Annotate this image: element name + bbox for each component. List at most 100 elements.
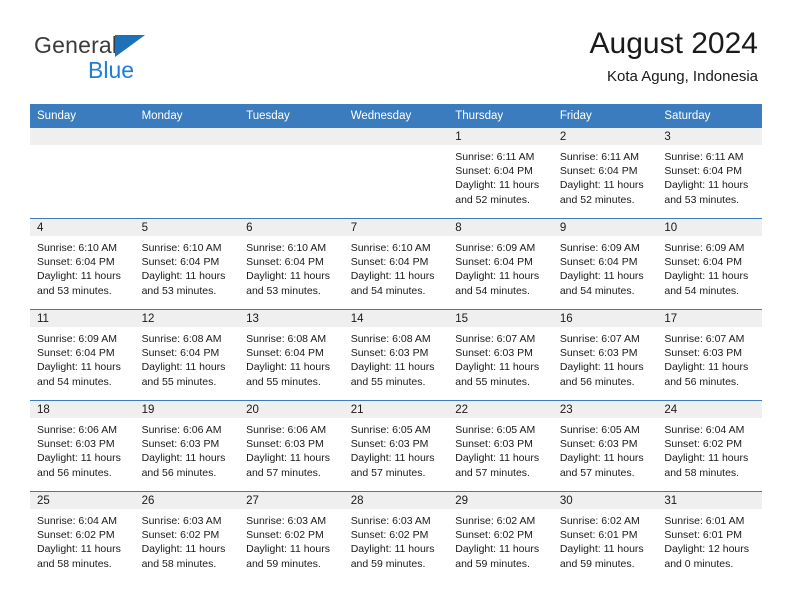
calendar-day-cell[interactable]: 31 Sunrise: 6:01 AM Sunset: 6:01 PM Dayligh… (657, 491, 762, 582)
calendar-day-cell[interactable]: 24 Sunrise: 6:04 AM Sunset: 6:02 PM Dayligh… (657, 400, 762, 492)
calendar-day-cell[interactable]: 2 Sunrise: 6:11 AM Sunset: 6:04 PM Daylight… (552, 128, 658, 219)
sunrise-text: Sunrise: 6:11 AM (455, 151, 535, 163)
sunset-text: Sunset: 6:03 PM (559, 347, 638, 360)
page-header: General Blue August 2024 Kota Agung, Ind… (34, 27, 758, 98)
calendar-day-cell[interactable]: 13 Sunrise: 6:08 AM Sunset: 6:04 PM Dayligh… (239, 309, 344, 401)
day-details: Sunrise: 6:10 AM Sunset: 6:04 PM Daylight:… (30, 236, 135, 298)
day-number: 13 (239, 310, 344, 327)
calendar-day-cell[interactable]: 30 Sunrise: 6:02 AM Sunset: 6:01 PM Dayligh… (552, 491, 658, 582)
sunset-text: Sunset: 6:02 PM (141, 529, 220, 542)
sunset-text: Sunset: 6:04 PM (141, 256, 220, 269)
calendar-day-cell[interactable]: 29 Sunrise: 6:02 AM Sunset: 6:02 PM Dayligh… (448, 491, 553, 582)
calendar-day-cell[interactable]: 23 Sunrise: 6:05 AM Sunset: 6:03 PM Dayligh… (552, 400, 658, 492)
sunset-text: Sunset: 6:01 PM (559, 529, 638, 542)
calendar-day-cell[interactable]: 22 Sunrise: 6:05 AM Sunset: 6:03 PM Dayligh… (448, 400, 553, 492)
sunrise-text: Sunrise: 6:02 AM (455, 515, 536, 527)
day-details: Sunrise: 6:05 AM Sunset: 6:03 PM Daylight:… (344, 418, 449, 480)
daylight-text: Daylight: 11 hours and 55 minutes. (455, 361, 540, 388)
calendar-day-cell[interactable]: 6 Sunrise: 6:10 AM Sunset: 6:04 PM Daylight… (239, 218, 344, 310)
sunset-text: Sunset: 6:03 PM (559, 438, 638, 451)
calendar-day-cell[interactable]: 20 Sunrise: 6:06 AM Sunset: 6:03 PM Dayligh… (239, 400, 344, 492)
title-block: August 2024 Kota Agung, Indonesia (589, 27, 758, 85)
day-number (134, 128, 240, 145)
calendar-day-cell[interactable]: 28 Sunrise: 6:03 AM Sunset: 6:02 PM Dayligh… (343, 491, 449, 582)
sunset-text: Sunset: 6:04 PM (37, 347, 115, 360)
calendar-week-row: 18 Sunrise: 6:06 AM Sunset: 6:03 PM Dayligh… (30, 400, 762, 492)
calendar-day-cell[interactable]: 26 Sunrise: 6:03 AM Sunset: 6:02 PM Dayligh… (134, 491, 240, 582)
weekday-header-sunday: Sunday (30, 104, 135, 128)
day-cell-inner: 2 Sunrise: 6:11 AM Sunset: 6:04 PM Daylight… (552, 128, 658, 218)
day-cell-inner: 30 Sunrise: 6:02 AM Sunset: 6:01 PM Dayligh… (552, 492, 658, 582)
daylight-text: Daylight: 11 hours and 53 minutes. (37, 270, 121, 297)
daylight-text: Daylight: 11 hours and 54 minutes. (664, 270, 749, 297)
brand-name-general: General (34, 32, 118, 58)
sunrise-text: Sunrise: 6:06 AM (37, 424, 117, 436)
day-cell-inner: 16 Sunrise: 6:07 AM Sunset: 6:03 PM Dayligh… (552, 310, 658, 400)
calendar-day-cell[interactable]: 9 Sunrise: 6:09 AM Sunset: 6:04 PM Daylight… (552, 218, 658, 310)
calendar-day-cell[interactable]: 27 Sunrise: 6:03 AM Sunset: 6:02 PM Dayligh… (239, 491, 344, 582)
calendar-day-cell[interactable]: 15 Sunrise: 6:07 AM Sunset: 6:03 PM Dayligh… (448, 309, 553, 401)
calendar-day-cell[interactable]: 17 Sunrise: 6:07 AM Sunset: 6:03 PM Dayligh… (657, 309, 762, 401)
calendar-day-cell[interactable]: 7 Sunrise: 6:10 AM Sunset: 6:04 PM Daylight… (343, 218, 449, 310)
day-cell-inner: 24 Sunrise: 6:04 AM Sunset: 6:02 PM Dayligh… (657, 401, 762, 491)
calendar-day-cell[interactable]: 16 Sunrise: 6:07 AM Sunset: 6:03 PM Dayligh… (552, 309, 658, 401)
sunset-text: Sunset: 6:04 PM (246, 256, 324, 269)
sunrise-text: Sunrise: 6:09 AM (455, 242, 536, 254)
sunset-text: Sunset: 6:03 PM (37, 438, 115, 451)
day-number: 30 (552, 492, 658, 509)
day-details: Sunrise: 6:07 AM Sunset: 6:03 PM Daylight:… (553, 327, 658, 389)
daylight-text: Daylight: 11 hours and 52 minutes. (455, 179, 540, 206)
calendar-day-cell[interactable]: 19 Sunrise: 6:06 AM Sunset: 6:03 PM Dayligh… (134, 400, 240, 492)
day-cell-inner (134, 128, 240, 218)
sunrise-text: Sunrise: 6:09 AM (559, 242, 640, 254)
calendar-page: General Blue August 2024 Kota Agung, Ind… (0, 0, 792, 612)
calendar-day-cell[interactable]: 12 Sunrise: 6:08 AM Sunset: 6:04 PM Dayligh… (134, 309, 240, 401)
calendar-day-cell[interactable]: 18 Sunrise: 6:06 AM Sunset: 6:03 PM Dayligh… (30, 400, 135, 492)
calendar-day-cell[interactable]: 3 Sunrise: 6:11 AM Sunset: 6:04 PM Daylight… (657, 128, 762, 219)
page-title: August 2024 (589, 27, 758, 60)
day-number: 27 (239, 492, 344, 509)
calendar-day-cell[interactable]: 10 Sunrise: 6:09 AM Sunset: 6:04 PM Dayligh… (657, 218, 762, 310)
weekday-header-thursday: Thursday (448, 104, 553, 128)
calendar-day-cell[interactable]: 4 Sunrise: 6:10 AM Sunset: 6:04 PM Daylight… (30, 218, 135, 310)
day-cell-inner: 26 Sunrise: 6:03 AM Sunset: 6:02 PM Dayligh… (134, 492, 240, 582)
calendar-day-cell[interactable]: 8 Sunrise: 6:09 AM Sunset: 6:04 PM Daylight… (448, 218, 553, 310)
daylight-text: Daylight: 11 hours and 54 minutes. (350, 270, 435, 297)
day-details: Sunrise: 6:09 AM Sunset: 6:04 PM Daylight:… (448, 236, 553, 298)
calendar-week-row: 4 Sunrise: 6:10 AM Sunset: 6:04 PM Daylight… (30, 218, 762, 310)
weekday-header-wednesday: Wednesday (343, 104, 449, 128)
sunrise-text: Sunrise: 6:06 AM (246, 424, 327, 436)
sunrise-text: Sunrise: 6:04 AM (664, 424, 745, 436)
daylight-text: Daylight: 11 hours and 58 minutes. (37, 543, 121, 570)
sunrise-text: Sunrise: 6:10 AM (141, 242, 222, 254)
brand-logo[interactable]: General Blue (34, 34, 254, 94)
day-details: Sunrise: 6:02 AM Sunset: 6:01 PM Daylight:… (553, 509, 658, 571)
day-number: 5 (134, 219, 240, 236)
day-number: 15 (448, 310, 553, 327)
calendar-day-cell[interactable]: 1 Sunrise: 6:11 AM Sunset: 6:04 PM Daylight… (448, 128, 553, 219)
calendar-day-cell[interactable]: 21 Sunrise: 6:05 AM Sunset: 6:03 PM Dayligh… (343, 400, 449, 492)
day-number: 7 (343, 219, 449, 236)
day-number: 29 (448, 492, 553, 509)
calendar-day-cell[interactable]: 5 Sunrise: 6:10 AM Sunset: 6:04 PM Daylight… (134, 218, 240, 310)
day-cell-inner: 17 Sunrise: 6:07 AM Sunset: 6:03 PM Dayligh… (657, 310, 762, 400)
calendar-day-cell[interactable]: 14 Sunrise: 6:08 AM Sunset: 6:03 PM Dayligh… (343, 309, 449, 401)
sunrise-text: Sunrise: 6:10 AM (37, 242, 117, 254)
day-details: Sunrise: 6:08 AM Sunset: 6:04 PM Daylight:… (135, 327, 240, 389)
sunrise-text: Sunrise: 6:10 AM (350, 242, 431, 254)
calendar-header-row: Sunday Monday Tuesday Wednesday Thursday… (30, 104, 762, 128)
day-cell-inner: 9 Sunrise: 6:09 AM Sunset: 6:04 PM Daylight… (552, 219, 658, 309)
calendar-week-row: 11 Sunrise: 6:09 AM Sunset: 6:04 PM Dayligh… (30, 309, 762, 401)
daylight-text: Daylight: 11 hours and 57 minutes. (559, 452, 644, 479)
sunset-text: Sunset: 6:03 PM (350, 438, 429, 451)
day-cell-inner: 1 Sunrise: 6:11 AM Sunset: 6:04 PM Daylight… (448, 128, 553, 218)
daylight-text: Daylight: 11 hours and 54 minutes. (559, 270, 644, 297)
day-details: Sunrise: 6:07 AM Sunset: 6:03 PM Daylight:… (657, 327, 762, 389)
daylight-text: Daylight: 11 hours and 53 minutes. (664, 179, 749, 206)
day-cell-inner: 22 Sunrise: 6:05 AM Sunset: 6:03 PM Dayligh… (448, 401, 553, 491)
day-number: 16 (552, 310, 658, 327)
sunrise-text: Sunrise: 6:07 AM (455, 333, 536, 345)
calendar-day-cell[interactable]: 25 Sunrise: 6:04 AM Sunset: 6:02 PM Dayligh… (30, 491, 135, 582)
calendar-day-cell[interactable]: 11 Sunrise: 6:09 AM Sunset: 6:04 PM Dayligh… (30, 309, 135, 401)
sunset-text: Sunset: 6:04 PM (559, 256, 638, 269)
